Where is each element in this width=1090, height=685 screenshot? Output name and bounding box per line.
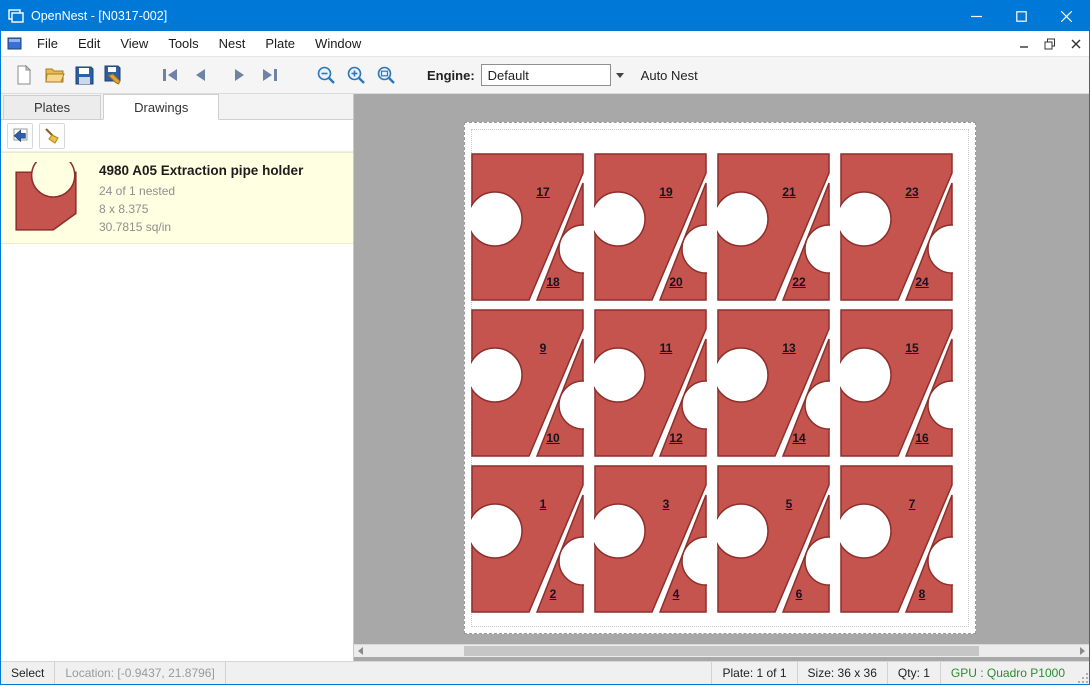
nest-block[interactable]: 13 14 [717,309,830,457]
part-nested-count: 24 of 1 nested [99,182,303,200]
nest-block[interactable]: 21 22 [717,153,830,301]
tab-plates[interactable]: Plates [3,95,101,119]
import-drawing-icon[interactable] [7,123,33,149]
auto-nest-button[interactable]: Auto Nest [641,68,698,83]
part-number: 21 [773,185,805,199]
main-toolbar: Engine: Default Auto Nest [1,57,1089,94]
nest-block[interactable]: 11 12 [594,309,707,457]
menu-nest[interactable]: Nest [209,32,256,55]
nest-block[interactable]: 56 [717,465,830,613]
sidebar-toolbar [1,120,353,152]
window-title: OpenNest - [N0317-002] [31,9,167,23]
scrollbar-thumb[interactable] [464,646,979,656]
nest-block[interactable]: 78 [840,465,953,613]
status-qty: Qty: 1 [887,662,940,684]
nest-block[interactable]: 12 [471,465,584,613]
part-number: 16 [906,431,938,445]
nest-block[interactable]: 1516 [840,309,953,457]
zoom-in-icon[interactable] [341,60,371,90]
part-number: 1 [527,497,559,511]
nav-first-icon[interactable] [155,60,185,90]
app-icon [1,9,31,23]
menu-file[interactable]: File [27,32,68,55]
part-number: 5 [773,497,805,511]
status-mode: Select [1,662,55,684]
mdi-close-icon[interactable] [1063,33,1089,55]
nav-next-icon[interactable] [225,60,255,90]
part-thumbnail [7,161,85,235]
menu-items: FileEditViewToolsNestPlateWindow [27,32,371,55]
status-location: Location: [-0.9437, 21.8796] [55,662,225,684]
plate[interactable]: 171819202122232491011121314151612345678 [464,122,976,634]
part-number: 18 [537,275,569,289]
part-number: 12 [660,431,692,445]
part-number: 8 [906,587,938,601]
clean-broom-icon[interactable] [39,123,65,149]
nav-last-icon[interactable] [255,60,285,90]
menu-plate[interactable]: Plate [255,32,305,55]
part-dimensions: 8 x 8.375 [99,200,303,218]
nest-canvas[interactable]: 171819202122232491011121314151612345678 [354,94,1089,661]
menu-edit[interactable]: Edit [68,32,110,55]
part-number: 10 [537,431,569,445]
part-number: 22 [783,275,815,289]
nest-block[interactable]: 23 24 [840,153,953,301]
zoom-out-icon[interactable] [311,60,341,90]
status-gpu: GPU : Quadro P1000 [940,662,1075,684]
sidebar: Plates Drawings 4980 A05 Extraction pipe… [1,94,354,661]
minimize-button[interactable] [954,1,999,31]
save-icon[interactable] [69,60,99,90]
mdi-restore-icon[interactable] [1037,33,1063,55]
save-edit-icon[interactable] [99,60,129,90]
menu-window[interactable]: Window [305,32,371,55]
engine-select[interactable]: Default [481,64,611,86]
status-size: Size: 36 x 36 [797,662,887,684]
part-number: 20 [660,275,692,289]
part-number: 2 [537,587,569,601]
scroll-right-icon[interactable] [1076,645,1089,657]
part-number: 4 [660,587,692,601]
maximize-button[interactable] [999,1,1044,31]
engine-value: Default [488,68,529,83]
part-number: 13 [773,341,805,355]
part-number: 24 [906,275,938,289]
nav-prev-icon[interactable] [185,60,215,90]
scroll-left-icon[interactable] [354,645,367,657]
menu-view[interactable]: View [110,32,158,55]
part-number: 11 [650,341,682,355]
part-number: 19 [650,185,682,199]
open-folder-icon[interactable] [39,60,69,90]
zoom-fit-icon[interactable] [371,60,401,90]
menu-tools[interactable]: Tools [158,32,208,55]
list-item[interactable]: 4980 A05 Extraction pipe holder 24 of 1 … [1,152,353,244]
horizontal-scrollbar[interactable] [354,644,1089,657]
resize-grip-icon[interactable] [1075,662,1089,684]
mdi-minimize-icon[interactable] [1011,33,1037,55]
sidebar-tabstrip: Plates Drawings [1,94,353,120]
menubar: FileEditViewToolsNestPlateWindow [1,31,1089,57]
nest-block[interactable]: 1920 [594,153,707,301]
document-icon [1,37,27,50]
part-number: 3 [650,497,682,511]
nest-block[interactable]: 1718 [471,153,584,301]
tab-drawings[interactable]: Drawings [103,94,219,120]
close-button[interactable] [1044,1,1089,31]
part-number: 7 [896,497,928,511]
nest-block[interactable]: 34 [594,465,707,613]
part-area: 30.7815 sq/in [99,218,303,236]
part-number: 15 [896,341,928,355]
nest-block[interactable]: 9 10 [471,309,584,457]
new-file-icon[interactable] [9,60,39,90]
titlebar: OpenNest - [N0317-002] [1,1,1089,31]
chevron-down-icon[interactable] [616,73,624,78]
engine-label: Engine: [427,68,475,83]
part-number: 6 [783,587,815,601]
part-number: 14 [783,431,815,445]
part-number: 9 [527,341,559,355]
part-number: 23 [896,185,928,199]
part-title: 4980 A05 Extraction pipe holder [99,163,303,178]
status-plate: Plate: 1 of 1 [711,662,796,684]
statusbar: Select Location: [-0.9437, 21.8796] Plat… [1,661,1089,684]
part-number: 17 [527,185,559,199]
